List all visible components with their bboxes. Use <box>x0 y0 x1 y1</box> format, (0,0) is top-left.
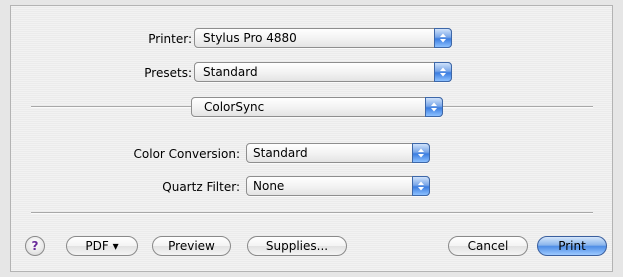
up-down-arrows-icon <box>425 97 443 117</box>
up-down-arrows-icon <box>412 143 430 163</box>
printer-popup[interactable]: Stylus Pro 4880 <box>194 28 452 48</box>
help-button[interactable]: ? <box>25 236 45 256</box>
bottom-separator <box>31 212 593 214</box>
presets-popup[interactable]: Standard <box>194 62 452 82</box>
up-down-arrows-icon <box>434 28 452 48</box>
quartz-filter-value: None <box>253 179 285 193</box>
separator-left <box>31 106 191 108</box>
quartz-filter-label: Quartz Filter: <box>162 180 240 194</box>
presets-value: Standard <box>203 65 258 79</box>
panel-popup[interactable]: ColorSync <box>191 97 443 117</box>
up-down-arrows-icon <box>434 62 452 82</box>
print-button[interactable]: Print <box>537 236 607 256</box>
separator-right <box>443 106 593 108</box>
pdf-button[interactable]: PDF ▾ <box>66 236 138 256</box>
color-conversion-label: Color Conversion: <box>133 147 240 161</box>
cancel-button[interactable]: Cancel <box>448 236 528 256</box>
print-dialog-sheet: Printer: Stylus Pro 4880 Presets: Standa… <box>10 5 613 272</box>
presets-label: Presets: <box>144 66 192 80</box>
quartz-filter-popup[interactable]: None <box>246 176 430 196</box>
supplies-button[interactable]: Supplies... <box>247 236 347 256</box>
color-conversion-value: Standard <box>253 146 308 160</box>
preview-button[interactable]: Preview <box>152 236 231 256</box>
panel-value: ColorSync <box>204 100 265 114</box>
printer-value: Stylus Pro 4880 <box>203 31 297 45</box>
color-conversion-popup[interactable]: Standard <box>246 143 430 163</box>
up-down-arrows-icon <box>412 176 430 196</box>
printer-label: Printer: <box>148 32 192 46</box>
question-mark-icon: ? <box>31 239 39 253</box>
